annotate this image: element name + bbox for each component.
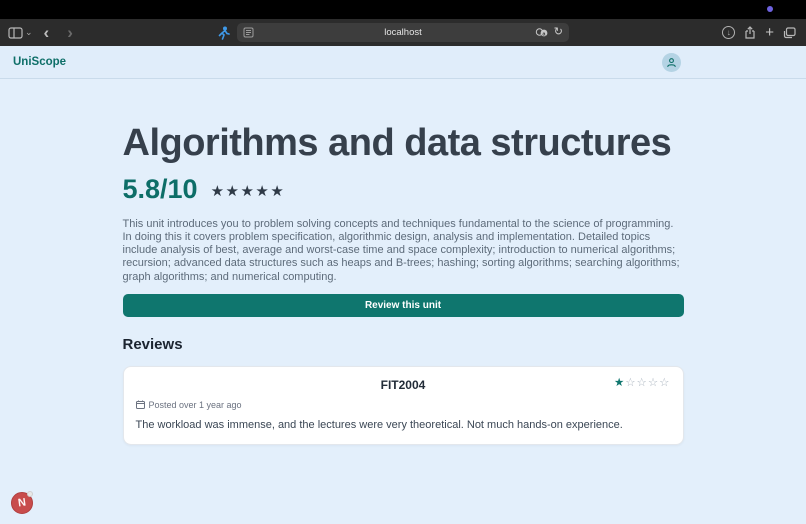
person-icon: [666, 57, 677, 68]
review-stars-icon: ★☆☆☆☆: [614, 378, 671, 390]
review-posted-row: Posted over 1 year ago: [136, 400, 671, 410]
extension-icon[interactable]: [218, 26, 230, 40]
reviews-heading: Reviews: [123, 336, 684, 353]
rating-stars-icon: ★★★★★: [211, 179, 286, 200]
review-stars-filled: ★: [614, 377, 625, 389]
back-button[interactable]: ‹: [37, 24, 57, 41]
nuxt-devtools-label: N: [17, 497, 27, 510]
review-unit-code: FIT2004: [136, 377, 671, 393]
sidebar-icon: [8, 27, 23, 39]
review-stars-empty: ☆☆☆☆: [625, 377, 670, 389]
reload-icon[interactable]: ↻: [554, 27, 563, 38]
macos-menubar: [0, 0, 806, 19]
web-page: UniScope Algorithms and data structures …: [0, 46, 806, 445]
main-content: Algorithms and data structures 5.8/10 ★★…: [123, 79, 684, 445]
site-logo[interactable]: UniScope: [13, 56, 66, 68]
rating-row: 5.8/10 ★★★★★: [123, 174, 684, 205]
url-text[interactable]: localhost: [237, 27, 569, 38]
recording-indicator-dot: [767, 6, 773, 12]
rating-score: 5.8/10: [123, 174, 198, 205]
devtools-status-dot: [27, 491, 33, 497]
new-tab-icon[interactable]: +: [765, 25, 774, 40]
sidebar-toggle-button[interactable]: ⌄: [8, 27, 33, 39]
download-arrow-glyph: ↓: [727, 29, 731, 37]
browser-toolbar: ⌄ ‹ › localhost: [0, 19, 806, 46]
address-bar[interactable]: localhost a ↻: [237, 23, 569, 42]
review-card: FIT2004 ★☆☆☆☆ Posted over 1 year ago The…: [123, 366, 684, 445]
downloads-icon[interactable]: ↓: [722, 26, 735, 39]
review-card-header: FIT2004 ★☆☆☆☆: [136, 377, 671, 393]
calendar-icon: [136, 400, 145, 409]
review-posted-date: Posted over 1 year ago: [149, 400, 242, 410]
page-title: Algorithms and data structures: [123, 124, 684, 163]
unit-description: This unit introduces you to problem solv…: [123, 218, 684, 284]
user-avatar-button[interactable]: [662, 53, 681, 72]
review-text: The workload was immense, and the lectur…: [136, 419, 671, 431]
browser-window: ⌄ ‹ › localhost: [0, 0, 806, 524]
forward-button: ›: [60, 24, 80, 41]
privacy-report-icon[interactable]: a: [535, 27, 549, 38]
chevron-down-icon[interactable]: ⌄: [25, 28, 33, 37]
share-icon[interactable]: [744, 26, 756, 40]
site-header: UniScope: [0, 46, 806, 79]
tab-overview-icon[interactable]: [783, 27, 796, 39]
nuxt-devtools-button[interactable]: N: [11, 492, 33, 514]
review-unit-button[interactable]: Review this unit: [123, 294, 684, 317]
